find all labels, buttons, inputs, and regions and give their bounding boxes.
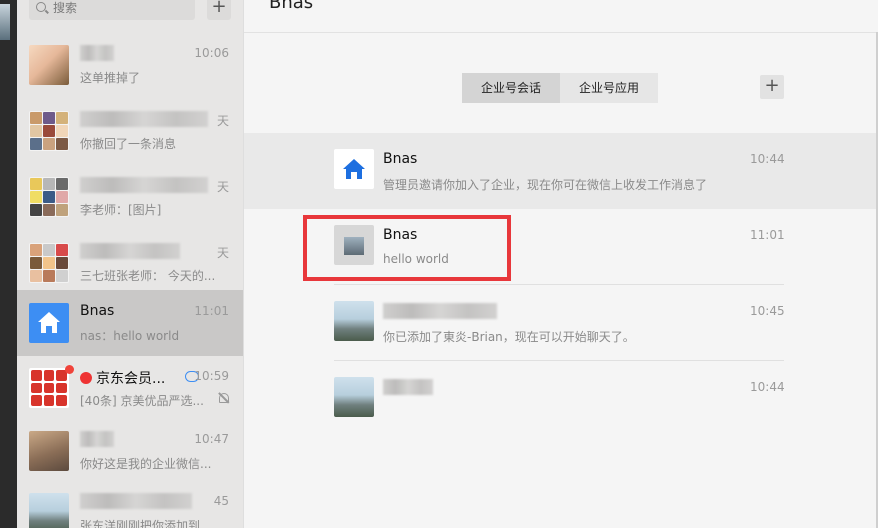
- chat-name-blurred: [80, 431, 114, 447]
- session-message: 管理员邀请你加入了企业，现在你可在微信上收发工作消息了: [383, 178, 708, 192]
- avatar: [29, 303, 69, 343]
- nav-thumbnail[interactable]: [0, 4, 10, 40]
- session-row[interactable]: 你已添加了東炎-Brian，现在可以开始聊天了。 10:45: [244, 285, 877, 361]
- divider: [244, 32, 878, 33]
- unread-dot: [65, 365, 74, 374]
- session-time: 11:01: [750, 228, 785, 242]
- chat-preview: 这单推掉了: [80, 71, 141, 85]
- chat-time: 10:59: [194, 369, 229, 383]
- chat-preview: 张东洋刚刚把你添加到...: [80, 519, 212, 528]
- search-icon: [36, 2, 46, 12]
- chat-preview: nas：hello world: [80, 329, 180, 343]
- avatar: [29, 45, 69, 85]
- avatar: [334, 377, 374, 417]
- group-avatar: [29, 177, 69, 217]
- avatar: [29, 493, 69, 528]
- mute-bell-icon: [219, 393, 229, 403]
- chat-name-wrap: 京东会员...: [80, 368, 165, 388]
- chat-time: 天: [216, 114, 229, 128]
- home-icon: [343, 159, 365, 179]
- avatar: [29, 431, 69, 471]
- avatar: [334, 301, 374, 341]
- avatar: [334, 149, 374, 189]
- session-name-blurred: [383, 379, 433, 395]
- chat-item[interactable]: 天 你撤回了一条消息: [17, 98, 243, 164]
- chat-name-blurred: [80, 111, 208, 127]
- chat-item[interactable]: 10:47 你好这是我的企业微信...: [17, 418, 243, 484]
- chat-item-jd[interactable]: 京东会员... 10:59 [40条] 京美优品严选...: [17, 355, 243, 421]
- chat-name-blurred: [80, 493, 192, 509]
- session-row[interactable]: 10:44: [244, 361, 877, 437]
- chat-item[interactable]: 10:06 这单推掉了: [17, 32, 243, 98]
- chat-item-bnas[interactable]: Bnas 11:01 nas：hello world: [17, 290, 243, 356]
- search-input[interactable]: 搜索: [29, 0, 195, 20]
- chat-time: 10:47: [194, 432, 229, 446]
- search-row: 搜索 +: [17, 0, 243, 30]
- chat-time: 45: [213, 494, 229, 508]
- chat-preview: 李老师：[图片]: [80, 203, 162, 217]
- chat-name-blurred: [80, 243, 180, 259]
- chat-name-blurred: [80, 45, 114, 61]
- session-time: 10:45: [750, 304, 785, 318]
- red-annotation-box: [303, 215, 511, 281]
- chat-list-panel: 搜索 + 10:06 这单推掉了 天 你撤回了一条消息 天 李老师：[图片] 天…: [17, 0, 243, 528]
- chat-preview: 三七班张老师： 今天的...: [80, 269, 216, 283]
- chat-item[interactable]: 45 张东洋刚刚把你添加到...: [17, 480, 243, 528]
- chat-name-blurred: [80, 177, 208, 193]
- add-button[interactable]: +: [207, 0, 231, 20]
- session-name-blurred: [383, 303, 497, 319]
- chat-item[interactable]: 天 李老师：[图片]: [17, 164, 243, 230]
- chat-item[interactable]: 天 三七班张老师： 今天的...: [17, 230, 243, 296]
- session-message: 你已添加了東炎-Brian，现在可以开始聊天了。: [383, 330, 635, 344]
- chat-time: 天: [216, 246, 229, 260]
- add-button[interactable]: +: [760, 75, 784, 99]
- search-placeholder: 搜索: [53, 1, 78, 15]
- page-title: Bnas: [269, 0, 314, 13]
- group-avatar: [29, 243, 69, 283]
- group-avatar: [29, 368, 69, 408]
- chat-time: 11:01: [194, 304, 229, 318]
- chat-preview: [40条] 京美优品严选...: [80, 394, 204, 408]
- session-row[interactable]: Bnas 管理员邀请你加入了企业，现在你可在微信上收发工作消息了 10:44: [244, 133, 877, 209]
- left-nav-strip: [0, 0, 17, 528]
- chat-name: 京东会员...: [96, 371, 166, 387]
- red-dot-icon: [80, 372, 92, 384]
- group-avatar: [29, 111, 69, 151]
- chat-preview: 你撤回了一条消息: [80, 137, 177, 151]
- home-icon: [38, 312, 60, 333]
- chat-name: Bnas: [80, 303, 115, 319]
- session-name: Bnas: [383, 151, 418, 167]
- chat-time: 10:06: [194, 46, 229, 60]
- tab-bar: 企业号会话 企业号应用: [462, 73, 658, 103]
- chat-time: 天: [216, 180, 229, 194]
- session-time: 10:44: [750, 380, 785, 394]
- tab-enterprise-sessions[interactable]: 企业号会话: [462, 73, 560, 103]
- chat-preview: 你好这是我的企业微信...: [80, 457, 212, 471]
- tab-enterprise-apps[interactable]: 企业号应用: [560, 73, 658, 103]
- session-time: 10:44: [750, 152, 785, 166]
